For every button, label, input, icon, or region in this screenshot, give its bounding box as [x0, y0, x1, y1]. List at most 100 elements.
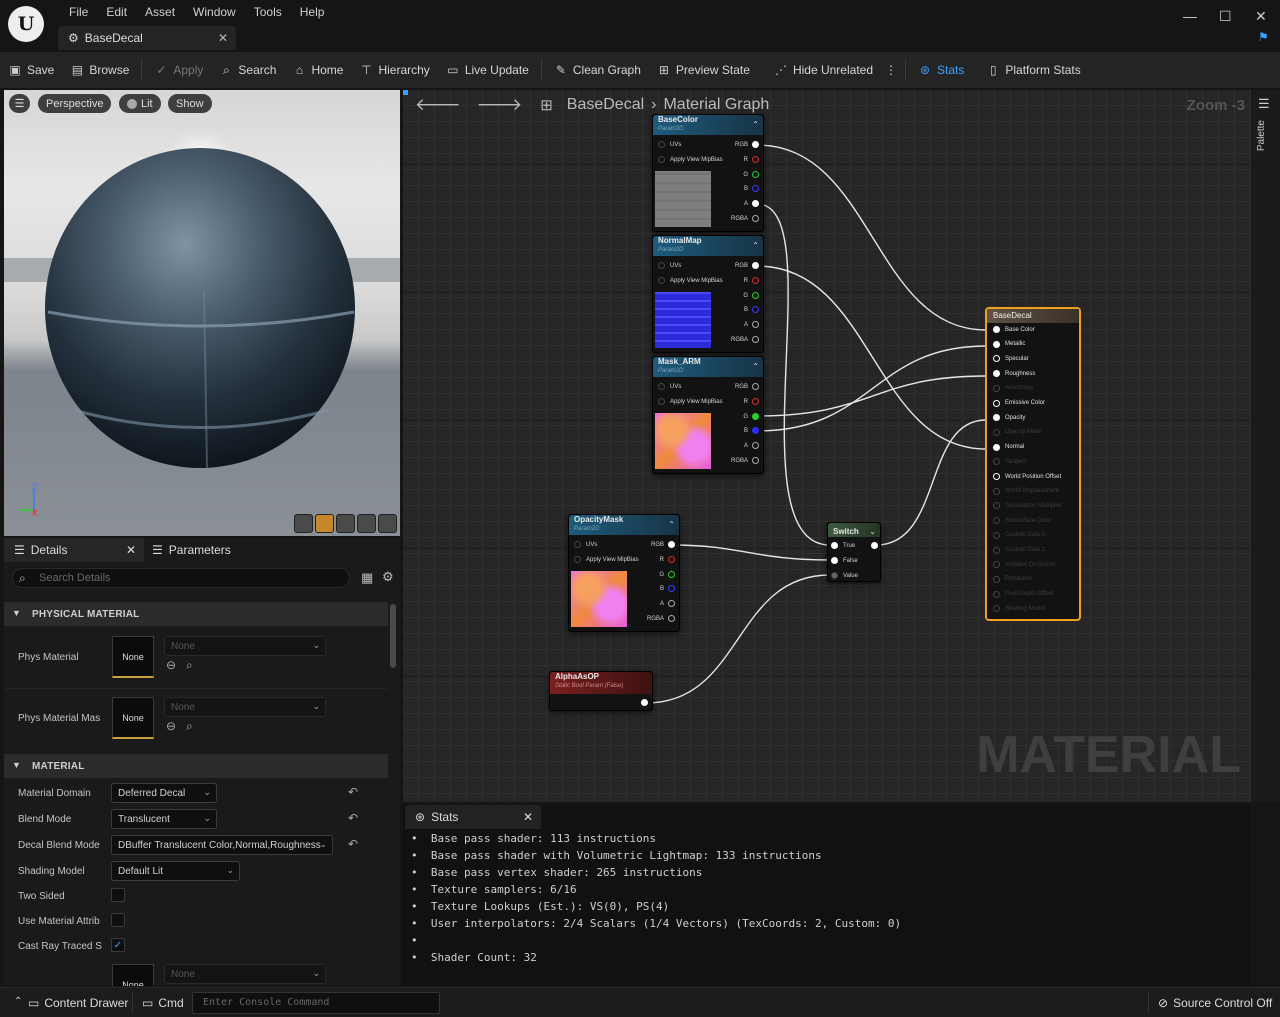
phys-material-mask-dropdown[interactable]: None ⌄ — [164, 697, 326, 717]
output-pin-tessellation-multiplier[interactable]: Tessellation Multiplier — [993, 502, 1062, 510]
reset-to-default-icon[interactable]: ↶ — [348, 811, 358, 825]
use-material-attributes-checkbox[interactable] — [111, 913, 125, 927]
palette-tab[interactable]: Palette — [1256, 120, 1267, 151]
pin-rgb[interactable]: RGB — [735, 262, 759, 269]
content-drawer-button[interactable]: ▭ Content Drawer — [28, 996, 128, 1010]
menu-help[interactable]: Help — [291, 5, 334, 19]
pin-b[interactable]: B — [744, 427, 759, 434]
output-pin-opacity[interactable]: Opacity — [993, 414, 1025, 422]
output-pin-shading-model[interactable]: Shading Model — [993, 605, 1045, 613]
menu-tools[interactable]: Tools — [245, 5, 291, 19]
feedback-icon[interactable]: ⚑ — [1258, 30, 1269, 44]
output-pin-base-color[interactable]: Base Color — [993, 326, 1035, 333]
stats-button[interactable]: ⊛ Stats — [910, 63, 972, 77]
phys-material-mask-thumbnail[interactable]: None — [112, 697, 154, 739]
pin-rgba[interactable]: RGBA — [731, 215, 759, 222]
preview-state-button[interactable]: ⊞ Preview State — [649, 63, 758, 77]
output-pin-custom-data-0[interactable]: Custom Data 0 — [993, 531, 1045, 539]
palette-menu-icon[interactable]: ☰ — [1258, 96, 1270, 112]
maximize-icon[interactable]: ☐ — [1219, 8, 1232, 25]
pin-true[interactable]: True — [831, 542, 855, 549]
cylinder-shape-icon[interactable] — [294, 514, 313, 533]
phys-material-thumbnail[interactable]: None — [112, 636, 154, 678]
apply-button[interactable]: ✓ Apply — [146, 63, 211, 77]
output-pin-subsurface-color[interactable]: Subsurface Color — [993, 517, 1051, 525]
pin-mipbias[interactable]: Apply View MipBias — [574, 556, 639, 563]
pin-g[interactable]: G — [743, 413, 759, 420]
material-graph-canvas[interactable]: 🡐 🡒 ⊞ BaseDecal › Material Graph Zoom -3… — [403, 90, 1251, 802]
output-pin-world-position-offset[interactable]: World Position Offset — [993, 473, 1061, 480]
sphere-shape-icon[interactable] — [315, 514, 334, 533]
material-output-node[interactable]: BaseDecal Base Color Metallic Specular Roug… — [985, 307, 1081, 621]
pin-uvs[interactable]: UVs — [658, 383, 681, 390]
static-bool-node[interactable]: AlphaAsOP Static Bool Param (False) — [549, 671, 653, 711]
section-material[interactable]: ▼ MATERIAL — [4, 754, 388, 778]
tab-stats[interactable]: ⊛ Stats ✕ — [405, 805, 541, 829]
show-button[interactable]: Show — [168, 94, 212, 113]
pin-uvs[interactable]: UVs — [658, 262, 681, 269]
browse-search-icon[interactable]: ⌕ — [186, 719, 193, 734]
settings-gear-icon[interactable]: ⚙ — [382, 569, 394, 585]
output-pin-refraction[interactable]: Refraction — [993, 575, 1032, 583]
custom-mesh-shape-icon[interactable] — [378, 514, 397, 533]
platform-stats-button[interactable]: ▯ Platform Stats — [978, 63, 1088, 77]
pin-a[interactable]: A — [744, 321, 759, 328]
pin-a[interactable]: A — [744, 200, 759, 207]
pin-rgb[interactable]: RGB — [651, 541, 675, 548]
plane-shape-icon[interactable] — [336, 514, 355, 533]
pin-r[interactable]: R — [744, 277, 759, 284]
pin-mipbias[interactable]: Apply View MipBias — [658, 277, 723, 284]
blend-mode-dropdown[interactable]: Translucent ⌄ — [111, 809, 217, 829]
use-selected-icon[interactable]: ⊖ — [166, 719, 176, 733]
pin-rgba[interactable]: RGBA — [731, 457, 759, 464]
output-pin-emissive-color[interactable]: Emissive Color — [993, 399, 1045, 407]
cast-ray-traced-checkbox[interactable]: ✓ — [111, 938, 125, 952]
lit-button[interactable]: Lit — [119, 94, 161, 113]
pin-b[interactable]: B — [744, 185, 759, 192]
pin-g[interactable]: G — [659, 571, 675, 578]
details-search-input[interactable]: ⌕ Search Details — [12, 568, 350, 588]
clean-graph-button[interactable]: ✎ Clean Graph — [546, 63, 649, 77]
section-physical-material[interactable]: ▼ PHYSICAL MATERIAL — [4, 602, 388, 626]
pin-mipbias[interactable]: Apply View MipBias — [658, 156, 723, 163]
unreal-logo-icon[interactable]: U — [8, 6, 44, 42]
output-pin-normal[interactable]: Normal — [993, 443, 1024, 451]
collapse-chevron-icon[interactable]: ⌃ — [668, 520, 675, 529]
texture-node-basecolor[interactable]: BaseColor Param2D ⌃ UVs Apply View MipBias… — [652, 114, 764, 232]
pin-false[interactable]: False — [831, 557, 858, 564]
pin-switch-out[interactable] — [871, 542, 878, 549]
chevron-up-icon[interactable]: ⌃ — [14, 996, 22, 1007]
table-view-icon[interactable]: ▦ — [361, 570, 373, 586]
search-button[interactable]: ⌕ Search — [211, 63, 284, 78]
cube-shape-icon[interactable] — [357, 514, 376, 533]
pin-r[interactable]: R — [744, 398, 759, 405]
texture-node-mask-arm[interactable]: Mask_ARM Param2D ⌃ UVs Apply View MipBias … — [652, 356, 764, 474]
decal-blend-mode-dropdown[interactable]: DBuffer Translucent Color,Normal,Roughne… — [111, 835, 333, 855]
preview-viewport[interactable]: ☰ Perspective Lit Show Z X — [4, 90, 400, 536]
output-pin-opacity-mask[interactable]: Opacity Mask — [993, 428, 1041, 436]
output-pin-ambient-occlusion[interactable]: Ambient Occlusion — [993, 561, 1055, 569]
output-pin-world-displacement[interactable]: World Displacement — [993, 487, 1059, 495]
close-details-icon[interactable]: ✕ — [126, 543, 136, 557]
use-selected-icon[interactable]: ⊖ — [166, 658, 176, 672]
cmd-button[interactable]: ▭ Cmd — [142, 996, 184, 1010]
pin-bool-out[interactable] — [641, 699, 648, 706]
output-pin-anisotropy[interactable]: Anisotropy — [993, 384, 1033, 392]
browse-button[interactable]: ▤ Browse — [62, 63, 137, 77]
output-pin-tangent[interactable]: Tangent — [993, 458, 1026, 466]
texture-node-opacitymask[interactable]: OpacityMask Param2D ⌃ UVs Apply View MipBi… — [568, 514, 680, 632]
hierarchy-button[interactable]: ⊤ Hierarchy — [351, 63, 437, 77]
menu-asset[interactable]: Asset — [136, 5, 184, 19]
output-pin-pixel-depth-offset[interactable]: Pixel Depth Offset — [993, 590, 1053, 598]
menu-file[interactable]: File — [60, 5, 97, 19]
collapse-chevron-icon[interactable]: ⌃ — [752, 241, 759, 250]
console-command-input[interactable]: Enter Console Command — [192, 992, 440, 1014]
pin-b[interactable]: B — [744, 306, 759, 313]
tab-parameters[interactable]: ☰ Parameters — [152, 538, 231, 562]
output-pin-custom-data-1[interactable]: Custom Data 1 — [993, 546, 1045, 554]
more-options-icon[interactable]: ⋮ — [881, 63, 901, 77]
viewport-menu-button[interactable]: ☰ — [9, 94, 30, 113]
pin-rgba[interactable]: RGBA — [647, 615, 675, 622]
switch-node[interactable]: Switch ⌄ True False Value — [827, 522, 881, 582]
close-tab-icon[interactable]: ✕ — [218, 31, 228, 45]
